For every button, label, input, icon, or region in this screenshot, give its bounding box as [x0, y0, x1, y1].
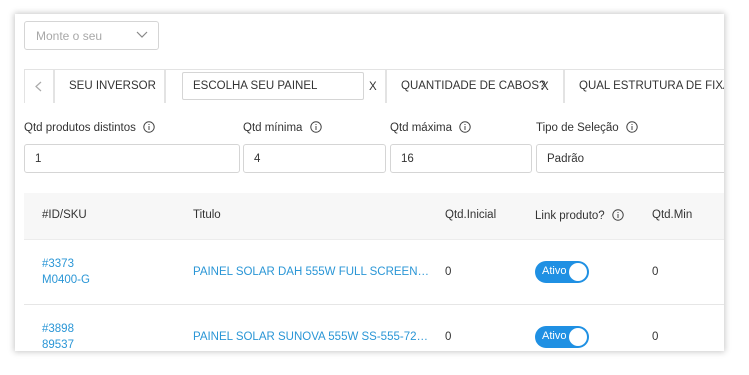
min-qty-value: 0 — [652, 266, 659, 278]
initial-qty-value: 0 — [445, 331, 452, 343]
product-sku[interactable]: 89537 — [42, 337, 74, 351]
product-id[interactable]: #3373 — [42, 256, 90, 272]
column-header-initial-qty[interactable]: Qtd.Inicial — [445, 209, 496, 221]
link-product-toggle[interactable]: Ativo — [535, 326, 589, 348]
selection-type-label-text: Tipo de Seleção — [536, 122, 619, 134]
max-qty-label-text: Qtd máxima — [390, 122, 452, 134]
column-header-id[interactable]: #ID/SKU — [42, 209, 87, 221]
toggle-knob — [569, 263, 587, 281]
max-qty-label: Qtd máxima — [390, 121, 471, 134]
toggle-label: Ativo — [542, 330, 567, 342]
close-icon[interactable]: X — [541, 81, 549, 93]
distinct-products-input[interactable] — [24, 144, 240, 173]
selection-type-label: Tipo de Seleção — [536, 121, 638, 134]
info-icon[interactable] — [143, 121, 155, 133]
info-icon[interactable] — [612, 209, 624, 221]
table-row: #3373 M0400-G PAINEL SOLAR DAH 555W FULL… — [24, 240, 724, 305]
product-id-sku[interactable]: #3373 M0400-G — [42, 256, 90, 288]
min-qty-value: 0 — [652, 331, 659, 343]
info-icon[interactable] — [309, 121, 322, 133]
step-tabs: SEU INVERSOR X QUANTIDADE DE CABOS? X QU… — [24, 69, 724, 103]
kit-select-placeholder: Monte o seu — [36, 29, 103, 43]
product-title-link[interactable]: PAINEL SOLAR SUNOVA 555W SS-555-72MDH MO… — [193, 331, 431, 343]
product-id-sku[interactable]: #3898 89537 — [42, 321, 74, 351]
product-sku[interactable]: M0400-G — [42, 272, 90, 288]
tab-label: QUANTIDADE DE CABOS? — [401, 80, 546, 92]
link-product-toggle[interactable]: Ativo — [535, 261, 589, 283]
min-qty-label: Qtd mínima — [243, 121, 322, 134]
info-icon[interactable] — [459, 121, 471, 133]
toggle-knob — [569, 328, 587, 346]
close-icon[interactable]: X — [369, 81, 377, 93]
product-title-link[interactable]: PAINEL SOLAR DAH 555W FULL SCREEN - DHM-… — [193, 266, 431, 278]
tab-quantidade-de-cabos[interactable]: QUANTIDADE DE CABOS? X — [386, 69, 564, 103]
tab-label: SEU INVERSOR — [69, 80, 156, 92]
tab-label: QUAL ESTRUTURA DE FIXAÇÃO? — [579, 80, 724, 92]
min-qty-input[interactable] — [243, 144, 386, 173]
distinct-products-label-text: Qtd produtos distintos — [24, 122, 136, 134]
toggle-label: Ativo — [542, 265, 567, 277]
tab-name-input[interactable] — [182, 72, 364, 100]
min-qty-label-text: Qtd mínima — [243, 122, 303, 134]
selection-type-select[interactable] — [536, 144, 724, 173]
max-qty-input[interactable] — [390, 144, 532, 173]
tab-scroll-left-button[interactable] — [24, 69, 54, 103]
products-table-header: #ID/SKU Titulo Qtd.Inicial Link produto?… — [24, 193, 724, 240]
column-header-link-text: Link produto? — [535, 210, 605, 222]
chevron-left-icon — [35, 81, 42, 92]
distinct-products-label: Qtd produtos distintos — [24, 121, 155, 134]
table-row: #3898 89537 PAINEL SOLAR SUNOVA 555W SS-… — [24, 306, 724, 351]
column-header-link[interactable]: Link produto? — [535, 209, 624, 222]
chevron-down-icon — [136, 31, 148, 38]
product-id[interactable]: #3898 — [42, 321, 74, 337]
column-header-title[interactable]: Titulo — [193, 209, 221, 221]
column-header-min-qty[interactable]: Qtd.Min — [652, 209, 692, 221]
kit-builder-panel: Monte o seu SEU INVERSOR X QUANTIDADE DE… — [15, 14, 724, 351]
tab-qual-estrutura[interactable]: QUAL ESTRUTURA DE FIXAÇÃO? — [564, 69, 724, 103]
kit-select[interactable]: Monte o seu — [24, 21, 159, 50]
initial-qty-value: 0 — [445, 266, 452, 278]
tab-escolha-seu-painel[interactable]: X — [165, 69, 386, 103]
info-icon[interactable] — [626, 121, 638, 133]
tab-seu-inversor[interactable]: SEU INVERSOR — [54, 69, 165, 103]
